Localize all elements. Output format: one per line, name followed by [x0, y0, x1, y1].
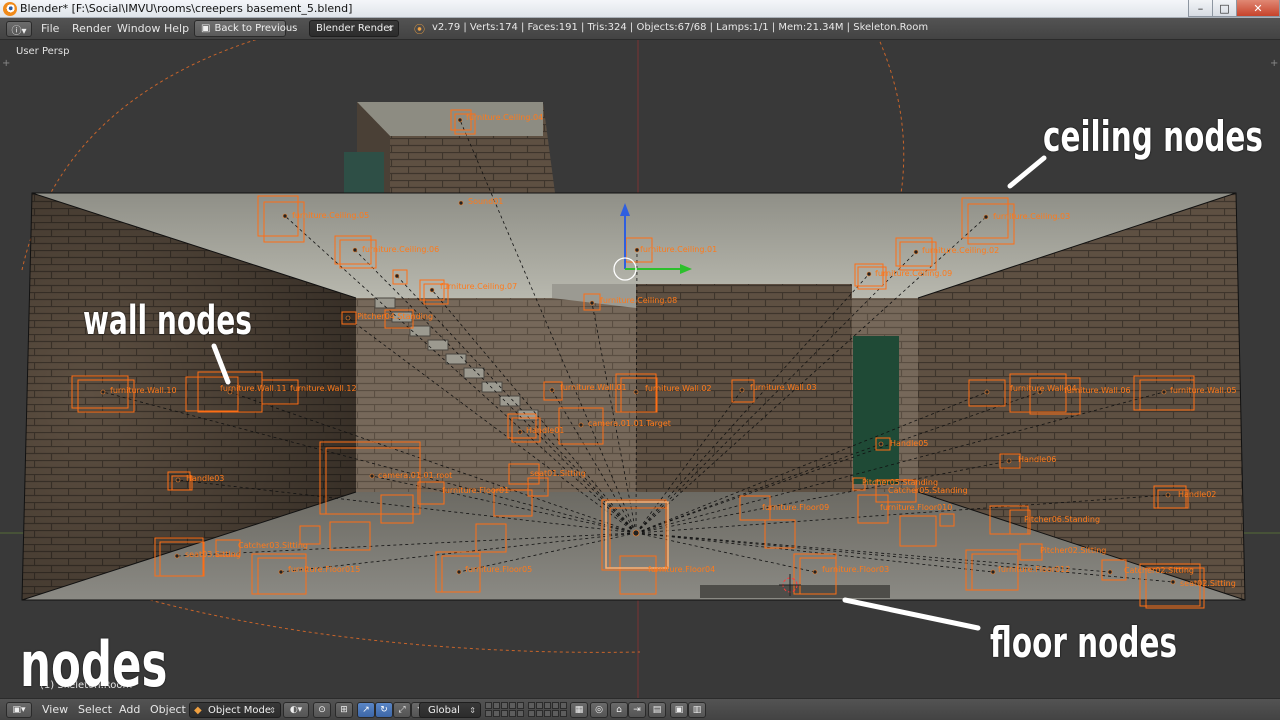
node-label: furniture.Floor015 [288, 565, 360, 574]
node-label: furniture.Ceiling.01 [640, 245, 717, 254]
node-label: furniture.Wall.01 [560, 383, 627, 392]
node-label: Catcher05.Standing [888, 486, 968, 495]
node-label: furniture.Wall.03 [750, 383, 817, 392]
window-controls: – □ ✕ [1188, 0, 1280, 18]
screen-icon: ▣ [201, 23, 211, 34]
node-label: furniture.Floor01 [442, 486, 509, 495]
node-label: furniture.Ceiling.09 [875, 269, 952, 278]
maximize-button[interactable]: □ [1212, 0, 1237, 17]
menu-file[interactable]: File [41, 22, 59, 35]
svg-text:+: + [2, 58, 10, 69]
node-label: Sound01 [468, 197, 503, 206]
rotate-manipulator-icon[interactable]: ↻ [375, 702, 393, 718]
orientation-value: Global [428, 704, 460, 716]
scene-statistics: v2.79 | Verts:174 | Faces:191 | Tris:324… [432, 22, 929, 33]
node-label: furniture.Floor012 [998, 565, 1070, 574]
snap-target-icon[interactable]: ▤ [648, 702, 666, 718]
node-label: Handle01 [526, 426, 564, 435]
node-label: furniture.Ceiling.08 [600, 296, 677, 305]
svg-text:+: + [1270, 58, 1278, 69]
layer-buttons-group-2[interactable] [528, 702, 567, 718]
minimize-button[interactable]: – [1188, 0, 1213, 17]
node-label: Pitcher04.Standing [357, 312, 433, 321]
node-label: Handle05 [890, 439, 928, 448]
node-label: furniture.Ceiling.05 [292, 211, 369, 220]
node-label: Handle02 [1178, 490, 1216, 499]
snap-toggle-icon[interactable]: ⌂ [610, 702, 628, 718]
viewport-header: ▣▾ View Select Add Object ◆ Object Mode … [0, 698, 1280, 720]
node-label: Catcher02.Sitting [1124, 566, 1194, 575]
editor-type-3d-view-icon[interactable]: ▣▾ [6, 702, 32, 718]
node-label: seat02.Sitting [1180, 579, 1236, 588]
window-title: Blender* [F:\Social\IMVU\rooms\creepers … [20, 2, 353, 15]
render-engine-select[interactable]: Blender Render ⇕ [309, 20, 399, 37]
menu-object[interactable]: Object [150, 703, 186, 716]
select-arrows-icon: ⇕ [269, 705, 276, 715]
back-to-previous-label: Back to Previous [214, 23, 298, 34]
render-animation-icon[interactable]: ▥ [688, 702, 706, 718]
annotation-wall-nodes: wall nodes [83, 298, 252, 344]
annotation-floor-nodes: floor nodes [990, 618, 1178, 667]
node-label: furniture.Floor010 [880, 503, 952, 512]
menu-add[interactable]: Add [119, 703, 140, 716]
menu-help[interactable]: Help [164, 22, 189, 35]
menu-view[interactable]: View [42, 703, 68, 716]
menu-select[interactable]: Select [78, 703, 112, 716]
node-label: furniture.Floor04 [648, 565, 715, 574]
back-to-previous-button[interactable]: ▣ Back to Previous [194, 20, 297, 37]
node-label: furniture.Ceiling.07 [440, 282, 517, 291]
scale-manipulator-icon[interactable]: ⤢ [393, 702, 411, 718]
mode-select[interactable]: ◆ Object Mode ⇕ [189, 702, 281, 718]
node-label: camera.01.01.root [378, 471, 452, 480]
select-arrows-icon: ⇕ [387, 24, 394, 33]
annotation-nodes-title: nodes [20, 628, 168, 698]
layer-buttons-group-1[interactable] [485, 702, 524, 718]
node-label: seat03.Sitting [185, 550, 241, 559]
editor-type-info-icon[interactable]: ⓘ▾ [6, 21, 32, 37]
menu-render[interactable]: Render [72, 22, 111, 35]
mode-value: Object Mode [208, 704, 271, 716]
blender-logo-icon [3, 2, 17, 16]
node-label: furniture.Ceiling.02 [922, 246, 999, 255]
object-mode-icon: ◆ [194, 704, 202, 716]
blender-window: Blender* [F:\Social\IMVU\rooms\creepers … [0, 0, 1280, 720]
node-label: furniture.Wall.06 [1064, 386, 1131, 395]
manipulator-toggle-icon[interactable]: ⊞ [335, 702, 353, 718]
title-bar: Blender* [F:\Social\IMVU\rooms\creepers … [0, 0, 1280, 18]
node-label: furniture.Ceiling.03 [993, 212, 1070, 221]
node-label: furniture.Floor03 [822, 565, 889, 574]
node-label: Handle06 [1018, 455, 1056, 464]
select-arrows-icon: ⇕ [469, 705, 476, 715]
close-button[interactable]: ✕ [1236, 0, 1280, 17]
pivot-point-icon[interactable]: ⊙ [313, 702, 331, 718]
node-label: furniture.Floor09 [762, 503, 829, 512]
node-label: furniture.Wall.02 [645, 384, 712, 393]
node-label: camera.01.01.Target [588, 419, 671, 428]
annotation-ceiling-nodes: ceiling nodes [1043, 112, 1263, 161]
proportional-editing-icon[interactable]: ◎ [590, 702, 608, 718]
transform-orientation-select[interactable]: Global ⇕ [419, 702, 481, 718]
viewport-shading-icon[interactable]: ◐▾ [283, 702, 309, 718]
view-label: User Persp [16, 46, 70, 57]
render-engine-value: Blender Render [316, 23, 394, 34]
node-label: seat01.Sitting [530, 469, 586, 478]
node-label: Pitcher06.Standing [1024, 515, 1100, 524]
node-label: Handle03 [186, 474, 224, 483]
info-header: ⓘ▾ File Render Window Help ▣ Back to Pre… [0, 18, 1280, 40]
node-label: furniture.Floor05 [465, 565, 532, 574]
snap-element-icon[interactable]: ⇥ [628, 702, 646, 718]
menu-window[interactable]: Window [117, 22, 160, 35]
node-label: Catcher03.Sitting [238, 541, 308, 550]
lock-layers-icon[interactable]: ▦ [570, 702, 588, 718]
node-label: furniture.Wall.10 [110, 386, 177, 395]
node-label: Pitcher02.Sitting [1040, 546, 1106, 555]
3d-viewport[interactable]: furniture.Ceiling.04 Sound01 furniture.C… [0, 40, 1280, 698]
blender-small-logo-icon: ⦿ [414, 23, 425, 36]
node-label: furniture.Wall.12 [290, 384, 357, 393]
node-label: furniture.Ceiling.04 [466, 113, 543, 122]
node-label: furniture.Wall.05 [1170, 386, 1237, 395]
translate-manipulator-icon[interactable]: ↗ [357, 702, 375, 718]
render-opengl-icon[interactable]: ▣ [670, 702, 688, 718]
node-label: furniture.Ceiling.06 [362, 245, 439, 254]
